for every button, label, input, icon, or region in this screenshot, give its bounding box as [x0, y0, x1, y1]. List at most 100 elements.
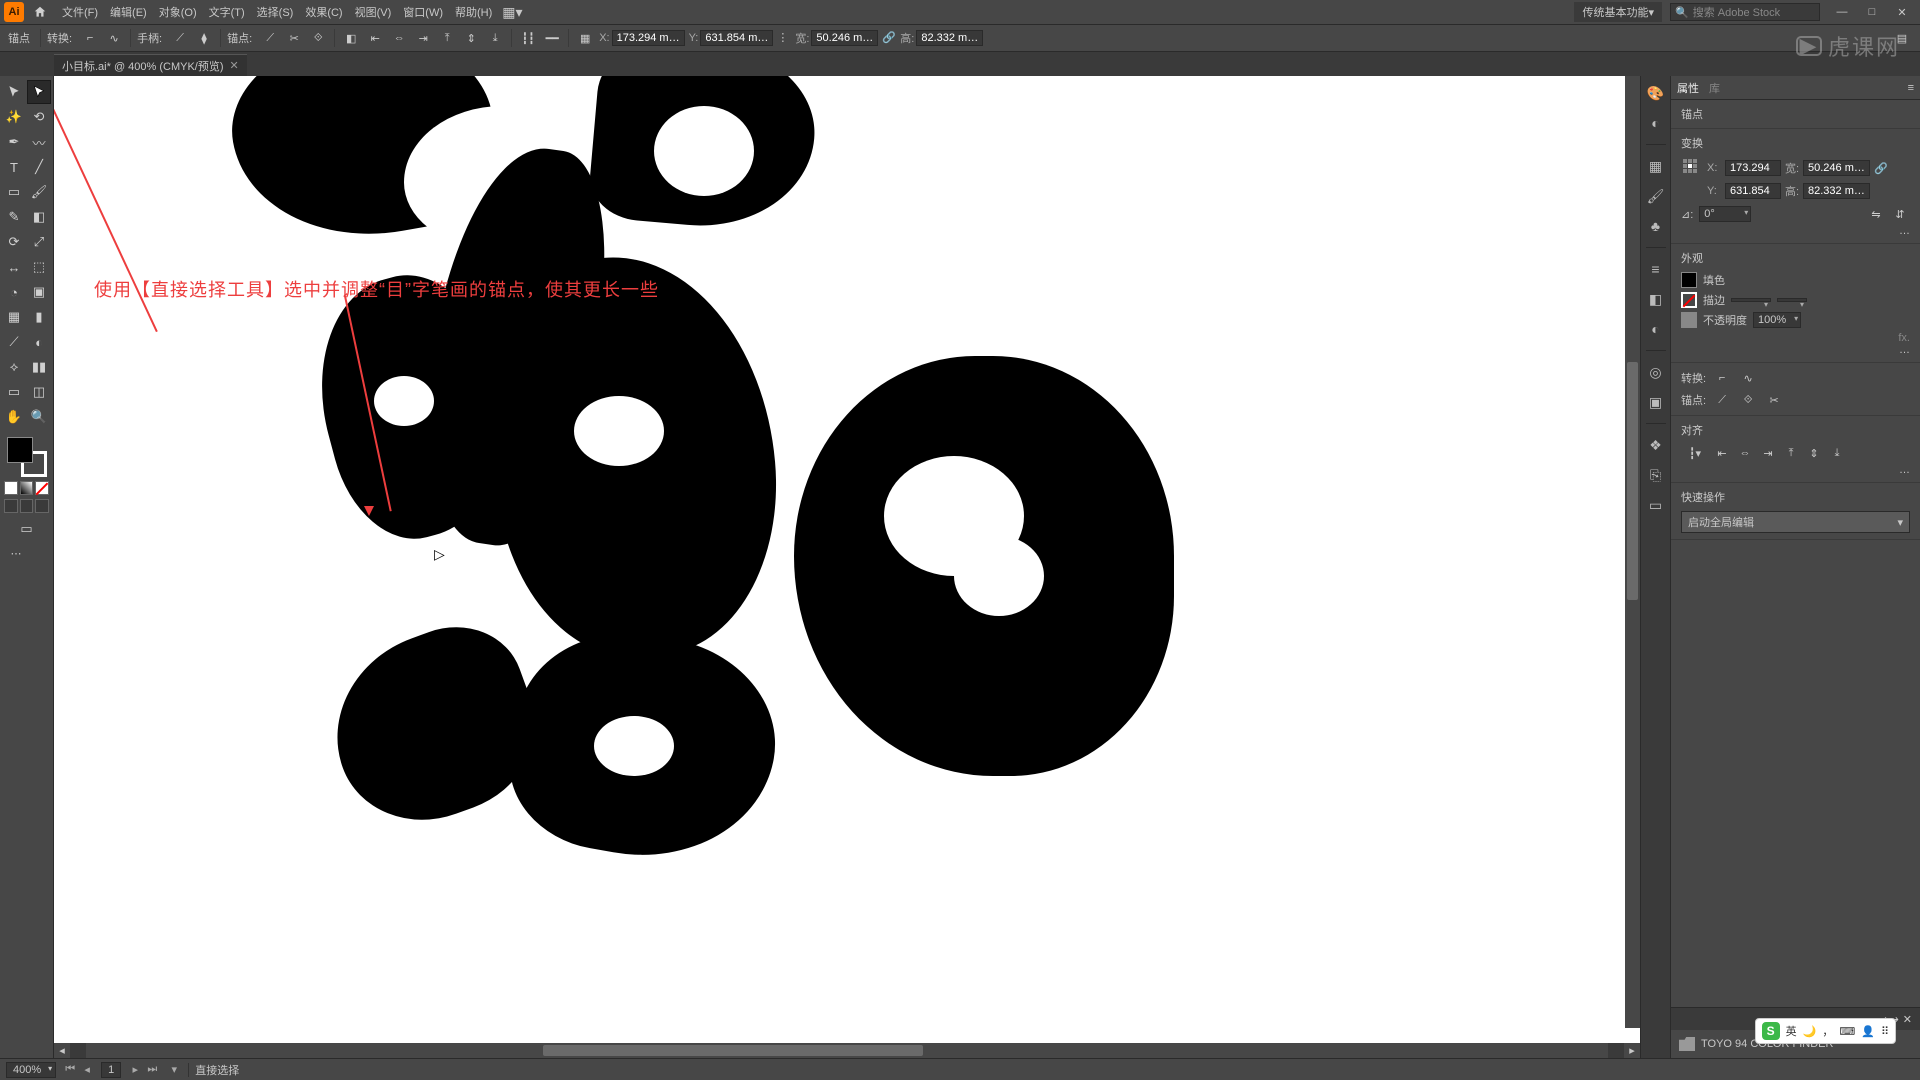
artboard-list-icon[interactable]: ▾ [166, 1062, 182, 1078]
eyedropper-tool-icon[interactable]: ⟋ [2, 330, 26, 354]
horizontal-scrollbar[interactable]: ◂ ▸ [54, 1043, 1640, 1058]
shaper-tool-icon[interactable]: ✎ [2, 205, 26, 229]
scroll-right-icon[interactable]: ▸ [1624, 1043, 1640, 1058]
artboard-tool-icon[interactable]: ▭ [2, 380, 26, 404]
eraser-tool-icon[interactable]: ◧ [27, 205, 51, 229]
rotate-input[interactable]: 0° [1699, 206, 1751, 222]
arrange-docs-icon[interactable]: ▦▾ [502, 4, 522, 21]
appearance-panel-icon[interactable]: ◎ [1645, 361, 1667, 383]
panel-close-icon[interactable]: ✕ [1903, 1013, 1912, 1026]
align-options-dropdown[interactable]: ┇▾ [1681, 447, 1709, 460]
edit-toolbar-icon[interactable]: ⋯ [4, 547, 28, 559]
ime-comma-icon[interactable]: ， [1822, 1023, 1833, 1039]
more-options-icon[interactable]: … [1899, 225, 1910, 237]
align-top-icon[interactable]: ⤒ [1781, 444, 1801, 462]
convert-smooth-icon[interactable]: ∿ [104, 28, 124, 48]
ime-settings-icon[interactable]: ⠿ [1881, 1025, 1889, 1038]
home-icon[interactable] [30, 2, 50, 22]
align-bottom-icon[interactable]: ⤓ [485, 28, 505, 48]
menu-edit[interactable]: 编辑(E) [104, 0, 153, 24]
menu-select[interactable]: 选择(S) [251, 0, 300, 24]
flip-vertical-icon[interactable]: ⇵ [1890, 205, 1910, 223]
gradient-mode-icon[interactable] [20, 481, 34, 495]
menu-type[interactable]: 文字(T) [203, 0, 251, 24]
menu-window[interactable]: 窗口(W) [397, 0, 449, 24]
stroke-profile-dropdown[interactable] [1777, 298, 1807, 302]
link-xy-icon[interactable]: ⋮ [777, 31, 791, 45]
last-artboard-icon[interactable]: ⏭ [144, 1062, 160, 1078]
y-field[interactable]: Y: 631.854 m… [689, 30, 774, 46]
stroke-swatch[interactable] [1681, 292, 1697, 308]
menu-view[interactable]: 视图(V) [349, 0, 398, 24]
cut-path-icon[interactable]: ✂ [284, 28, 304, 48]
y-input[interactable]: Y:631.854 [1707, 183, 1781, 199]
rectangle-tool-icon[interactable]: ▭ [2, 180, 26, 204]
maximize-icon[interactable]: □ [1858, 3, 1886, 21]
line-tool-icon[interactable]: ╱ [27, 155, 51, 179]
workspace-dropdown[interactable]: 传统基本功能 ▾ [1574, 2, 1662, 22]
zoom-dropdown[interactable]: 400% [6, 1062, 56, 1078]
h-input[interactable]: 高:82.332 m… [1785, 183, 1870, 199]
mesh-tool-icon[interactable]: ▦ [2, 305, 26, 329]
none-mode-icon[interactable] [35, 481, 49, 495]
hand-tool-icon[interactable]: ✋ [2, 405, 26, 429]
canvas[interactable]: 使用【直接选择工具】选中并调整“目”字笔画的锚点，使其更长一些 ▷ [54, 76, 1640, 1043]
ime-keyboard-icon[interactable]: ⌨ [1839, 1025, 1855, 1038]
layers-panel-icon[interactable]: ❖ [1645, 434, 1667, 456]
color-mode-icon[interactable] [4, 481, 18, 495]
x-input[interactable]: X:173.294 [1707, 160, 1781, 176]
stroke-panel-icon[interactable]: ≡ [1645, 258, 1667, 280]
draw-behind-icon[interactable] [20, 499, 34, 513]
fill-swatch[interactable] [1681, 272, 1697, 288]
shape-builder-tool-icon[interactable]: ◔ [2, 280, 26, 304]
remove-anchor-icon[interactable]: ⟋ [1712, 391, 1732, 409]
width-tool-icon[interactable]: ↔ [2, 255, 26, 279]
ime-lang[interactable]: 英 [1786, 1023, 1797, 1039]
isolate-icon[interactable]: ◧ [341, 28, 361, 48]
tab-libraries[interactable]: 库 [1709, 80, 1720, 96]
lasso-tool-icon[interactable]: ⟲ [27, 105, 51, 129]
first-artboard-icon[interactable]: ⏮ [62, 1062, 78, 1078]
close-icon[interactable]: ✕ [1888, 3, 1916, 21]
minimize-icon[interactable]: — [1828, 3, 1856, 21]
distribute-v-icon[interactable]: ━━ [542, 28, 562, 48]
curvature-tool-icon[interactable]: 〰 [27, 130, 51, 154]
menu-object[interactable]: 对象(O) [153, 0, 203, 24]
menu-file[interactable]: 文件(F) [56, 0, 104, 24]
color-guide-panel-icon[interactable]: ◐ [1645, 112, 1667, 134]
panel-menu-icon[interactable]: ≡ [1908, 82, 1914, 94]
pen-tool-icon[interactable]: ✒ [2, 130, 26, 154]
scale-tool-icon[interactable]: ⤢ [27, 230, 51, 254]
handle-hide-icon[interactable]: ⧫ [194, 28, 214, 48]
w-input[interactable]: 宽:50.246 m… [1785, 160, 1870, 176]
ime-toolbar[interactable]: S 英 🌙 ， ⌨ 👤 ⠿ [1755, 1018, 1896, 1044]
vertical-scrollbar[interactable] [1625, 76, 1640, 1028]
fx-button[interactable]: fx. [1898, 332, 1910, 344]
symbols-panel-icon[interactable]: ♣ [1645, 215, 1667, 237]
perspective-tool-icon[interactable]: ▣ [27, 280, 51, 304]
ref-point-icon[interactable]: ▦ [575, 28, 595, 48]
ime-person-icon[interactable]: 👤 [1861, 1025, 1875, 1038]
x-field[interactable]: X: 173.294 m… [599, 30, 684, 46]
align-hcenter-icon[interactable]: ⇔ [389, 28, 409, 48]
connect-anchor-icon[interactable]: ⟐ [1738, 391, 1758, 409]
cut-anchor-icon[interactable]: ✂ [1764, 391, 1784, 409]
blend-tool-icon[interactable]: ◐ [27, 330, 51, 354]
ime-moon-icon[interactable]: 🌙 [1803, 1025, 1817, 1038]
fill-swatch[interactable] [7, 437, 33, 463]
prev-artboard-icon[interactable]: ◂ [79, 1062, 95, 1078]
opacity-input[interactable]: 100% [1753, 312, 1801, 328]
graphic-styles-panel-icon[interactable]: ▣ [1645, 391, 1667, 413]
align-top-icon[interactable]: ⤒ [437, 28, 457, 48]
convert-corner-icon[interactable]: ⌐ [80, 28, 100, 48]
stroke-weight-input[interactable] [1731, 298, 1771, 302]
rotate-tool-icon[interactable]: ⟳ [2, 230, 26, 254]
h-field[interactable]: 高: 82.332 m… [900, 30, 983, 46]
brushes-panel-icon[interactable]: 🖌 [1645, 185, 1667, 207]
convert-smooth-icon[interactable]: ∿ [1738, 369, 1758, 387]
gradient-tool-icon[interactable]: ▮ [27, 305, 51, 329]
more-options-icon[interactable]: … [1899, 464, 1910, 476]
distribute-h-icon[interactable]: ┇┇ [518, 28, 538, 48]
gradient-panel-icon[interactable]: ◧ [1645, 288, 1667, 310]
tab-close-icon[interactable]: ✕ [230, 59, 239, 72]
